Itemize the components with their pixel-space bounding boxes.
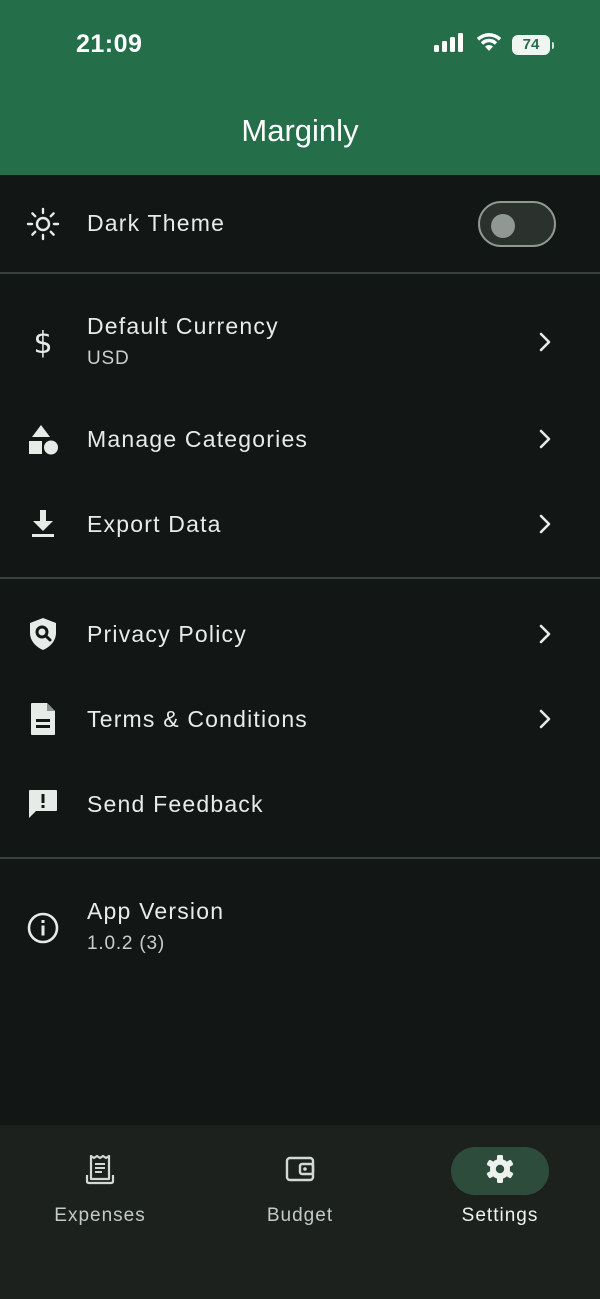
nav-item-settings[interactable]: Settings — [400, 1147, 600, 1257]
divider — [0, 857, 600, 859]
toggle-knob — [491, 213, 515, 238]
nav-label-settings: Settings — [461, 1205, 539, 1226]
bottom-navigation: Expenses Budget Settings — [0, 1125, 600, 1299]
privacy-policy-label: Privacy Policy — [87, 620, 247, 647]
document-icon — [25, 701, 61, 737]
svg-text:$: $ — [33, 326, 52, 359]
app-version-value: 1.0.2 (3) — [87, 933, 165, 954]
battery-level: 74 — [522, 36, 540, 53]
settings-screen: 21:09 74 Marginly Dark Theme $ Default C… — [0, 0, 600, 1299]
dark-theme-label: Dark Theme — [87, 210, 226, 236]
cellular-signal-icon — [434, 32, 466, 57]
download-icon — [25, 506, 61, 542]
sun-icon — [25, 206, 61, 242]
manage-categories-label: Manage Categories — [87, 425, 309, 452]
divider — [0, 272, 600, 274]
chevron-right-icon — [534, 623, 556, 645]
nav-item-budget[interactable]: Budget — [200, 1147, 400, 1257]
chevron-right-icon — [534, 428, 556, 450]
info-icon — [25, 910, 61, 946]
send-feedback-label: Send Feedback — [87, 790, 264, 817]
chevron-right-icon — [534, 331, 556, 353]
shapes-icon — [25, 421, 61, 457]
receipt-icon — [85, 1153, 115, 1190]
chevron-right-icon — [534, 708, 556, 730]
active-indicator — [451, 1147, 549, 1195]
gear-icon — [484, 1153, 516, 1190]
divider — [0, 577, 600, 579]
wifi-icon — [476, 32, 502, 57]
terms-conditions-row[interactable]: Terms & Conditions — [0, 680, 600, 758]
app-header: 21:09 74 Marginly — [0, 0, 600, 175]
feedback-icon — [25, 786, 61, 822]
dark-theme-toggle[interactable] — [478, 200, 556, 247]
shield-search-icon — [25, 616, 61, 652]
app-title: Marginly — [241, 113, 359, 148]
default-currency-value: USD — [87, 348, 130, 369]
send-feedback-row[interactable]: Send Feedback — [0, 765, 600, 843]
chevron-right-icon — [534, 513, 556, 535]
default-currency-label: Default Currency — [87, 313, 279, 339]
export-data-label: Export Data — [87, 510, 222, 537]
default-currency-row[interactable]: $ Default Currency USD — [0, 296, 600, 388]
nav-label-expenses: Expenses — [54, 1205, 146, 1226]
app-version-label: App Version — [87, 898, 225, 924]
nav-label-budget: Budget — [266, 1205, 334, 1226]
status-time: 21:09 — [76, 30, 143, 58]
privacy-policy-row[interactable]: Privacy Policy — [0, 595, 600, 673]
nav-item-expenses[interactable]: Expenses — [0, 1147, 200, 1257]
dollar-icon: $ — [25, 324, 61, 360]
wallet-icon — [284, 1154, 316, 1189]
status-icons: 74 — [434, 32, 554, 57]
export-data-row[interactable]: Export Data — [0, 485, 600, 563]
dark-theme-row[interactable]: Dark Theme — [0, 175, 600, 272]
battery-icon: 74 — [512, 34, 554, 55]
app-version-row: App Version 1.0.2 (3) — [0, 882, 600, 974]
manage-categories-row[interactable]: Manage Categories — [0, 400, 600, 478]
terms-conditions-label: Terms & Conditions — [87, 705, 309, 732]
